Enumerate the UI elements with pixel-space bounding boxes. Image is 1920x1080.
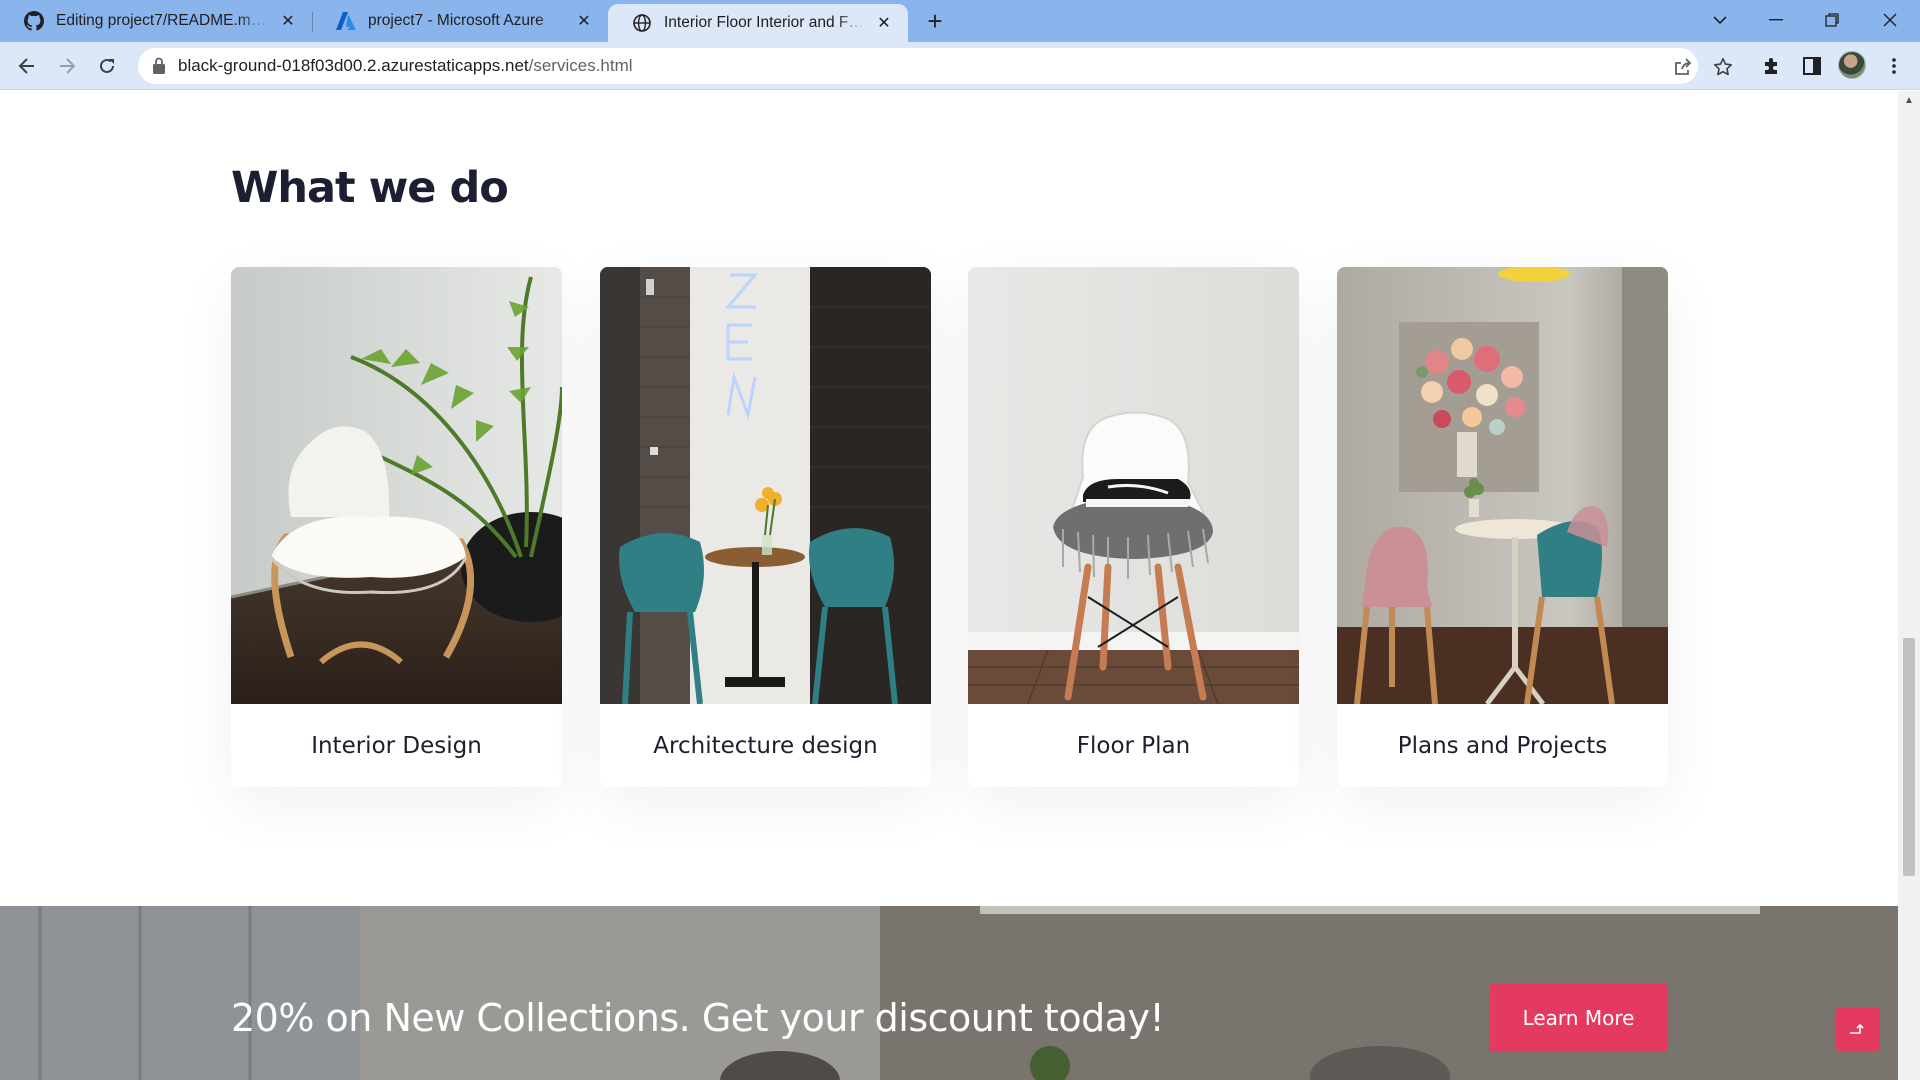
cafe-table-teal-chairs-zen-neon-image <box>600 267 931 704</box>
card-label: Architecture design <box>653 732 878 759</box>
restore-icon[interactable] <box>1804 0 1860 40</box>
close-tab-icon[interactable]: ✕ <box>278 11 298 31</box>
white-chair-with-sneakers-image <box>968 267 1299 704</box>
tab-title: Editing project7/README.md at main <box>56 12 270 29</box>
tab-title: project7 - Microsoft Azure <box>368 12 544 29</box>
page-scrollbar[interactable]: ▲ <box>1898 91 1920 1080</box>
close-tab-icon[interactable]: ✕ <box>574 11 594 31</box>
close-tab-icon[interactable]: ✕ <box>874 13 894 33</box>
service-card-architecture-design[interactable]: Architecture design <box>600 267 931 787</box>
learn-more-button[interactable]: Learn More <box>1489 984 1668 1052</box>
service-card-interior-design[interactable]: Interior Design <box>231 267 562 787</box>
profile-avatar[interactable] <box>1838 51 1866 79</box>
forward-icon[interactable] <box>51 50 83 82</box>
back-icon[interactable] <box>11 50 43 82</box>
address-bar[interactable]: black-ground-018f03d00.2.azurestaticapps… <box>138 48 1732 84</box>
tab-interior-floor[interactable]: Interior Floor Interior and Furniture ✕ <box>608 4 908 42</box>
minimize-icon[interactable] <box>1748 0 1804 40</box>
url-text: black-ground-018f03d00.2.azurestaticapps… <box>178 56 633 76</box>
browser-menu-icon[interactable] <box>1878 50 1910 82</box>
card-label: Interior Design <box>311 732 482 759</box>
card-label: Floor Plan <box>1076 732 1191 759</box>
tab-title: Interior Floor Interior and Furniture <box>664 14 866 31</box>
promo-banner: 20% on New Collections. Get your discoun… <box>0 906 1898 1080</box>
page-content: What we do Interior Design Architecture … <box>0 91 1898 1080</box>
new-tab-button[interactable]: + <box>920 6 950 36</box>
card-label: Plans and Projects <box>1397 732 1608 759</box>
extensions-puzzle-icon[interactable] <box>1756 50 1788 82</box>
white-shell-chair-with-palm-image <box>231 267 562 704</box>
side-panel-icon[interactable] <box>1796 50 1828 82</box>
service-card-plans-and-projects[interactable]: Plans and Projects <box>1337 267 1668 787</box>
azure-icon <box>336 11 356 31</box>
tab-azure[interactable]: project7 - Microsoft Azure ✕ <box>312 0 608 42</box>
share-icon[interactable] <box>1672 56 1694 78</box>
github-icon <box>24 11 44 31</box>
globe-icon <box>632 13 652 33</box>
service-card-floor-plan[interactable]: Floor Plan <box>968 267 1299 787</box>
arrow-up-icon <box>1850 1023 1864 1034</box>
url-host: black-ground-018f03d00.2.azurestaticapps… <box>178 56 529 75</box>
scroll-up-arrow-icon[interactable]: ▲ <box>1904 95 1914 106</box>
reload-icon[interactable] <box>91 50 123 82</box>
close-window-icon[interactable] <box>1862 0 1918 40</box>
scrollbar-thumb[interactable] <box>1903 638 1915 876</box>
browser-tab-bar: Editing project7/README.md at main ✕ pro… <box>0 0 1920 42</box>
dining-nook-flower-painting-image <box>1337 267 1668 704</box>
scroll-to-top-button[interactable] <box>1836 1007 1880 1051</box>
lock-icon[interactable] <box>152 57 170 75</box>
section-title: What we do <box>231 163 509 213</box>
bookmark-star-icon[interactable] <box>1712 56 1734 78</box>
url-path: /services.html <box>528 56 633 75</box>
tab-github[interactable]: Editing project7/README.md at main ✕ <box>0 0 312 42</box>
promo-text: 20% on New Collections. Get your discoun… <box>231 996 1165 1040</box>
browser-toolbar: black-ground-018f03d00.2.azurestaticapps… <box>0 42 1920 90</box>
tab-search-icon[interactable] <box>1692 0 1748 40</box>
